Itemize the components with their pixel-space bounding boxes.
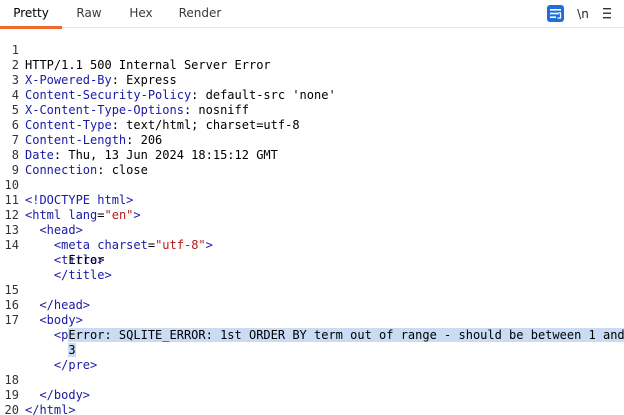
code-line-wrap: </title> [0,253,112,282]
header-value: Thu, 13 Jun 2024 18:15:12 GMT [68,148,278,162]
word-wrap-toggle[interactable] [547,5,564,22]
message-view-tabbar: Pretty Raw Hex Render \n [0,0,624,29]
header-value: 206 [140,133,163,147]
doctype: <!DOCTYPE html> [25,193,134,207]
code-line: 15 </head> [0,268,90,312]
charset-value: "utf-8" [155,238,206,252]
code-line: 13 <meta charset="utf-8"> [0,208,213,252]
code-line-wrap: Error [0,238,104,267]
header-name: Date [25,148,54,162]
wrap-lines-icon [550,9,562,19]
head-open-tag: <head> [39,223,83,237]
code-line: 10 <!DOCTYPE html> [0,163,134,207]
hamburger-menu-icon [603,8,611,19]
tab-pretty[interactable]: Pretty [0,0,62,29]
status-line: HTTP/1.1 500 Internal Server Error [25,58,271,72]
code-line: 17 <pre> [0,298,90,342]
tag-end: > [205,238,213,252]
error-message-continued[interactable]: 3 [68,343,76,357]
code-line: 14 <title> [0,223,105,267]
header-value: close [111,163,148,177]
tag-end: > [133,208,141,222]
code-line-wrap: Error: SQLITE_ERROR: 1st ORDER BY term o… [0,313,624,342]
pre-close-tag: </pre> [53,358,98,372]
header-name: X-Powered-By [25,73,112,87]
body-open-tag: <body> [39,313,83,327]
header-name: Content-Security-Policy [25,88,192,102]
code-line: 7 Date: Thu, 13 Jun 2024 18:15:12 GMT [0,118,278,162]
more-options-button[interactable] [600,5,614,23]
line-number: 20 [4,403,19,415]
response-editor[interactable]: 1 HTTP/1.1 500 Internal Server Error 2 X… [0,28,624,415]
meta-open-tag: <meta [53,238,91,252]
code-line: 18 </body> [0,358,90,402]
show-newlines-button[interactable]: \n [575,5,591,23]
header-value: nosniff [198,103,249,117]
code-line: 2 X-Powered-By: Express [0,43,177,87]
tab-raw[interactable]: Raw [64,0,114,28]
tab-render[interactable]: Render [167,0,233,28]
body-close-tag: </body> [39,388,91,402]
code-line: 12 <head> [0,193,83,237]
html-open-tag: <html [25,208,62,222]
code-line: 19 </html> [0,373,76,415]
header-value: text/html; charset=utf-8 [126,118,300,132]
header-value: Express [126,73,177,87]
header-name: Connection [25,163,98,177]
code-line-wrap: 3 [0,328,76,357]
code-line: 9 [0,148,29,177]
title-text: Error [68,253,105,267]
code-line: 16 <body> [0,283,83,327]
head-close-tag: </head> [39,298,91,312]
code-line: 1 HTTP/1.1 500 Internal Server Error [0,28,271,72]
code-line: 6 Content-Length: 206 [0,103,163,147]
html-close-tag: </html> [25,403,76,415]
code-line-wrap: </pre> [0,343,97,372]
lang-value: "en" [104,208,134,222]
header-name: Content-Length [25,133,127,147]
code-line: 4 X-Content-Type-Options: nosniff [0,73,249,117]
tab-hex[interactable]: Hex [117,0,165,28]
charset-attribute: charset [97,238,148,252]
error-message[interactable]: Error: SQLITE_ERROR: 1st ORDER BY term o… [68,328,624,342]
title-close-tag: </title> [53,268,112,282]
code-line: 5 Content-Type: text/html; charset=utf-8 [0,88,300,132]
code-line: 11 <html lang="en"> [0,178,141,222]
lang-attribute: lang [68,208,98,222]
code-line: 3 Content-Security-Policy: default-src '… [0,58,336,102]
header-value: default-src 'none' [205,88,336,102]
code-line: 8 Connection: close [0,133,148,177]
header-name: Content-Type [25,118,112,132]
header-name: X-Content-Type-Options [25,103,184,117]
code-line: 20 [0,388,29,415]
